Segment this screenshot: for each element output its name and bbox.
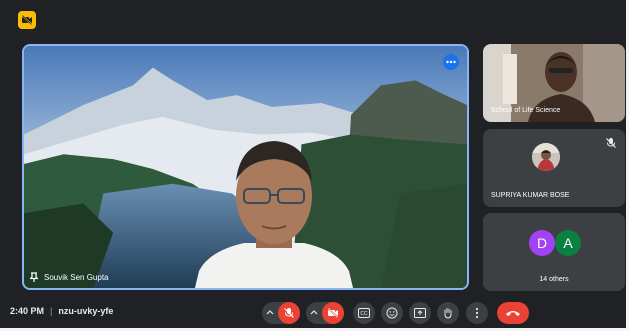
participant-tile-supriya[interactable]: SUPRIYA KUMAR BOSE [483,129,625,207]
raise-hand-button[interactable] [437,302,459,324]
more-vert-icon [475,307,479,319]
chevron-up-icon[interactable] [262,302,278,324]
main-speaker-tile[interactable]: Souvik Sen Gupta [22,44,469,290]
captions-icon: CC [358,308,370,318]
others-count: 14 others [539,276,569,283]
avatar-a: A [555,230,581,256]
speaker-name-tag: Souvik Sen Gupta [30,272,108,282]
avatar [532,143,560,171]
avatar-photo [532,143,560,171]
avatar-initial: A [563,235,573,251]
present-screen-icon [414,308,426,318]
speaker-name: Souvik Sen Gupta [44,272,109,282]
separator: | [50,306,53,316]
raise-hand-icon [444,308,452,319]
avatar-initial: D [536,235,548,251]
meeting-time: 2:40 PM [10,306,45,316]
end-call-icon [506,311,520,316]
participant-tile-school[interactable]: School of Life Science [483,44,625,122]
mic-off-icon [284,308,294,318]
more-options-icon [446,60,456,64]
svg-text:CC: CC [360,311,368,317]
camera-off-icon [327,307,339,319]
emoji-button[interactable] [381,302,403,324]
meeting-info: 2:40 PM | nzu-uvky-yfe [10,306,113,316]
camera-off-badge-icon[interactable] [18,11,36,29]
chevron-up-icon[interactable] [306,302,322,324]
mic-control-group [262,302,300,324]
mic-toggle-button[interactable] [278,302,300,324]
participant-label: SUPRIYA KUMAR BOSE [491,192,570,199]
speaker-video [194,141,354,288]
others-tile[interactable]: D A 14 others [483,213,625,291]
emoji-icon [386,307,398,319]
pin-icon[interactable] [30,272,38,282]
more-options-button[interactable] [466,302,488,324]
end-call-button[interactable] [497,302,529,324]
more-options-button[interactable] [443,54,459,70]
participant-label: School of Life Science [491,107,561,114]
camera-control-group [306,302,344,324]
camera-toggle-button[interactable] [322,302,344,324]
bottom-control-bar: 2:40 PM | nzu-uvky-yfe CC [0,295,629,331]
mic-off-icon [606,138,616,148]
meeting-code[interactable]: nzu-uvky-yfe [58,306,113,316]
captions-button[interactable]: CC [353,302,375,324]
present-button[interactable] [409,302,431,324]
avatar-d: D [529,230,555,256]
